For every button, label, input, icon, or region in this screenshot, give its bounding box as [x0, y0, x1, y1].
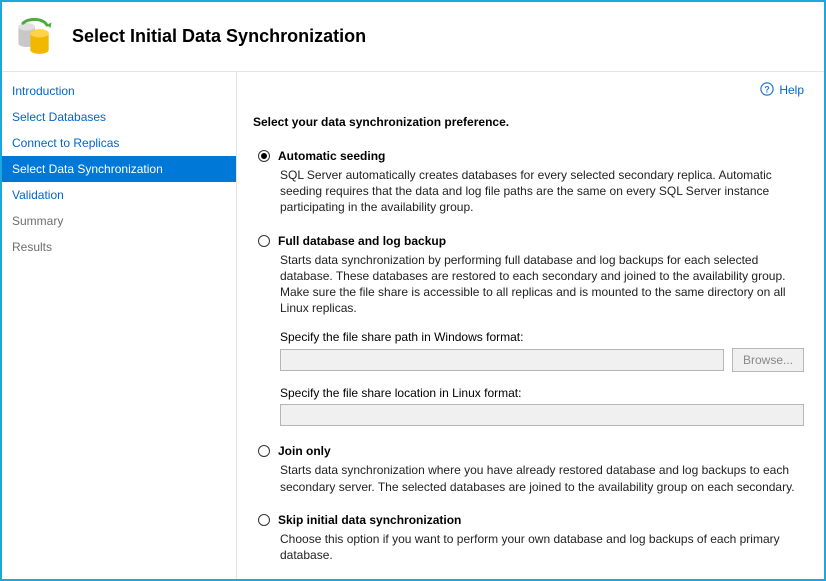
field-label-linux-share: Specify the file share location in Linux… [280, 386, 804, 400]
sync-databases-icon [12, 15, 56, 59]
radio-full-backup[interactable] [258, 235, 270, 247]
sidebar-item-introduction[interactable]: Introduction [2, 78, 236, 104]
option-desc-join-only: Starts data synchronization where you ha… [280, 462, 804, 494]
option-label-skip-sync: Skip initial data synchronization [278, 513, 461, 527]
option-row[interactable]: Skip initial data synchronization [258, 513, 804, 527]
help-label: Help [779, 83, 804, 97]
field-row-windows-share: Browse... [280, 348, 804, 372]
wizard-window: Select Initial Data Synchronization Intr… [0, 0, 826, 581]
sidebar-item-select-data-synchronization[interactable]: Select Data Synchronization [2, 156, 236, 182]
sidebar-item-validation[interactable]: Validation [2, 182, 236, 208]
option-label-full-backup: Full database and log backup [278, 234, 446, 248]
option-skip-sync: Skip initial data synchronization Choose… [253, 513, 804, 563]
wizard-content: ? Help Select your data synchronization … [237, 72, 824, 579]
section-title: Select your data synchronization prefere… [253, 115, 804, 129]
page-title: Select Initial Data Synchronization [72, 26, 366, 47]
help-icon: ? [760, 82, 774, 96]
field-row-linux-share [280, 404, 804, 426]
option-full-backup: Full database and log backup Starts data… [253, 234, 804, 427]
wizard-sidebar: Introduction Select Databases Connect to… [2, 72, 237, 579]
help-link[interactable]: ? Help [760, 83, 804, 97]
sidebar-item-results: Results [2, 234, 236, 260]
option-row[interactable]: Automatic seeding [258, 149, 804, 163]
option-desc-full-backup: Starts data synchronization by performin… [280, 252, 804, 317]
field-label-windows-share: Specify the file share path in Windows f… [280, 330, 804, 344]
option-label-join-only: Join only [278, 444, 331, 458]
radio-automatic-seeding[interactable] [258, 150, 270, 162]
option-automatic-seeding: Automatic seeding SQL Server automatical… [253, 149, 804, 216]
linux-share-input [280, 404, 804, 426]
browse-button: Browse... [732, 348, 804, 372]
radio-join-only[interactable] [258, 445, 270, 457]
svg-text:?: ? [764, 85, 769, 95]
help-row: ? Help [253, 82, 804, 97]
wizard-body: Introduction Select Databases Connect to… [2, 72, 824, 579]
sidebar-item-connect-to-replicas[interactable]: Connect to Replicas [2, 130, 236, 156]
option-desc-skip-sync: Choose this option if you want to perfor… [280, 531, 804, 563]
option-join-only: Join only Starts data synchronization wh… [253, 444, 804, 494]
windows-share-input [280, 349, 724, 371]
option-label-automatic-seeding: Automatic seeding [278, 149, 385, 163]
option-desc-automatic-seeding: SQL Server automatically creates databas… [280, 167, 804, 216]
option-row[interactable]: Full database and log backup [258, 234, 804, 248]
option-row[interactable]: Join only [258, 444, 804, 458]
radio-skip-sync[interactable] [258, 514, 270, 526]
sidebar-item-summary: Summary [2, 208, 236, 234]
sidebar-item-select-databases[interactable]: Select Databases [2, 104, 236, 130]
wizard-header: Select Initial Data Synchronization [2, 2, 824, 72]
